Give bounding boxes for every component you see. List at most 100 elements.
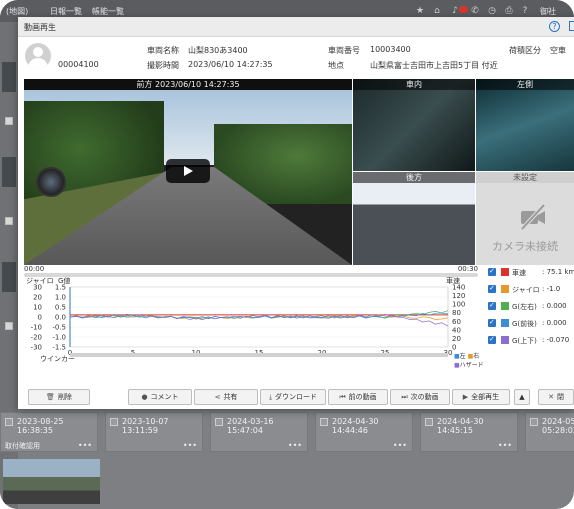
card-time: 05:28:02 xyxy=(542,426,574,435)
card-checkbox[interactable] xyxy=(320,418,328,426)
g-tick-label: -1.0 xyxy=(52,334,66,342)
user-id: 00004100 xyxy=(58,60,99,69)
card-date: 2024-03-16 xyxy=(227,417,274,426)
daily-report-link[interactable]: 日報一覧 xyxy=(50,6,82,17)
video-card[interactable]: 2024-04-30 14:44:46 ••• xyxy=(315,412,413,452)
card-checkbox[interactable] xyxy=(5,418,13,426)
metric-value: : -0.070 xyxy=(542,336,570,344)
card-more-icon[interactable]: ••• xyxy=(288,441,302,450)
card-checkbox[interactable] xyxy=(425,418,433,426)
chevron-up-icon: ▲ xyxy=(519,393,525,401)
list-thumbnail[interactable] xyxy=(2,157,16,187)
cargo-value: 空車 xyxy=(550,46,566,55)
download-icon: ⤓ xyxy=(268,393,273,401)
list-checkbox[interactable] xyxy=(5,117,13,125)
star-icon[interactable]: ★ xyxy=(415,6,425,16)
video-card[interactable]: 2023-10-07 13:11:59 ••• xyxy=(105,412,203,452)
g-tick-label: 0.5 xyxy=(55,304,66,312)
winker-legend: ■左 ■右 ■ハザード xyxy=(454,353,484,369)
place-value: 山梨県富士吉田市上吉田5丁目 付近 xyxy=(370,61,498,70)
video-card[interactable]: 2023-08-25 16:38:35 取付確認用 ••• xyxy=(0,412,98,452)
help-icon[interactable]: ? xyxy=(520,6,530,16)
cargo-label: 荷積区分 xyxy=(509,46,541,55)
share-icon: ⋖ xyxy=(214,393,221,401)
list-thumbnail[interactable] xyxy=(2,262,16,292)
metric-value: : -1.0 xyxy=(542,285,561,293)
sensor-legend: 車速: 75.1 km/h ジャイロ: -1.0 G(左右): 0.000 G(… xyxy=(488,267,574,387)
next-video-button[interactable]: ⏭ 次の動画 xyxy=(390,389,450,405)
download-button[interactable]: ⤓ ダウンロード xyxy=(260,389,326,405)
card-checkbox[interactable] xyxy=(215,418,223,426)
vehicle-name-value: 山梨830あ3400 xyxy=(188,46,248,55)
card-more-icon[interactable]: ••• xyxy=(393,441,407,450)
help-icon[interactable]: ? xyxy=(549,21,560,32)
card-more-icon[interactable]: ••• xyxy=(78,441,92,450)
inside-camera-label: 車内 xyxy=(353,79,475,90)
metric-swatch xyxy=(501,336,509,344)
metric-g-vertical[interactable]: G(上下): -0.070 xyxy=(488,335,574,347)
hazard-label: ハザード xyxy=(459,362,484,369)
g-tick-label: -0.5 xyxy=(52,324,66,332)
maximize-icon[interactable] xyxy=(569,21,574,31)
front-camera-view[interactable]: 前方 2023/06/10 14:27:35 xyxy=(24,79,352,265)
speed-tick-label: 20 xyxy=(452,335,461,343)
share-button[interactable]: ⋖ 共有 xyxy=(194,389,258,405)
metric-gyro[interactable]: ジャイロ: -1.0 xyxy=(488,284,574,296)
card-more-icon[interactable]: ••• xyxy=(498,441,512,450)
unset-camera-view: 未設定 カメラ未接続 xyxy=(476,172,574,265)
metric-swatch xyxy=(501,319,509,327)
comment-button[interactable]: ● コメント xyxy=(128,389,192,405)
inside-camera-view[interactable]: 車内 xyxy=(353,79,475,171)
prev-video-button[interactable]: ⏮ 前の動画 xyxy=(328,389,388,405)
card-checkbox[interactable] xyxy=(110,418,118,426)
video-thumbnail[interactable] xyxy=(3,459,100,504)
rear-camera-view[interactable]: 後方 xyxy=(353,172,475,265)
camera-off-icon xyxy=(520,203,546,231)
metric-g-lateral[interactable]: G(左右): 0.000 xyxy=(488,301,574,313)
gyro-tick-label: 30 xyxy=(33,284,42,292)
metric-value: : 75.1 km/h xyxy=(542,268,574,276)
gyro-tick-label: -10 xyxy=(31,324,42,332)
gyro-tick-label: -30 xyxy=(31,344,42,352)
card-time: 14:44:46 xyxy=(332,426,368,435)
phone-icon[interactable]: ✆ xyxy=(470,6,480,16)
card-checkbox[interactable] xyxy=(530,418,538,426)
left-camera-view[interactable]: 左側 xyxy=(476,79,574,171)
card-date: 2024-04-30 xyxy=(437,417,484,426)
screen: (地図) 日報一覧 帳能一覧 ★ ⌂ ♪ ✆ ◷ ⎙ ? 御社 2023-08-… xyxy=(0,0,574,509)
function-list-link[interactable]: 帳能一覧 xyxy=(92,6,124,17)
video-card[interactable]: 2024-04-30 14:45:15 ••• xyxy=(420,412,518,452)
video-card[interactable]: 2024-05 05:28:02 xyxy=(525,412,574,452)
rear-camera-label: 後方 xyxy=(353,172,475,183)
comment-icon: ● xyxy=(141,393,148,401)
list-checkbox[interactable] xyxy=(5,322,13,330)
close-button[interactable]: ✕ 閉 xyxy=(538,389,574,405)
list-thumbnail[interactable] xyxy=(2,62,16,92)
collapse-button[interactable]: ▲ xyxy=(514,389,530,405)
clock-icon[interactable]: ◷ xyxy=(487,6,497,16)
winker-right-label: 右 xyxy=(473,353,480,360)
place-label: 地点 xyxy=(328,61,344,70)
dialog-title: 動画再生 xyxy=(24,23,56,32)
print-icon[interactable]: ⎙ xyxy=(504,6,514,16)
video-card[interactable]: 2024-03-16 15:47:04 ••• xyxy=(210,412,308,452)
delete-button[interactable]: 🗑 削除 xyxy=(28,389,90,405)
card-more-icon[interactable]: ••• xyxy=(183,441,197,450)
skip-forward-icon: ⏭ xyxy=(401,393,408,401)
home-icon[interactable]: ⌂ xyxy=(432,6,442,16)
play-all-button[interactable]: ▶ 全部再生 xyxy=(452,389,510,405)
gyro-tick-label: -20 xyxy=(31,334,42,342)
speed-tick-label: 80 xyxy=(452,309,461,317)
metric-g-longitudinal[interactable]: G(前後): 0.000 xyxy=(488,318,574,330)
timeline-end: 00:30 xyxy=(457,265,478,273)
vehicle-number-label: 車両番号 xyxy=(328,46,360,55)
action-bar: 🗑 削除 ● コメント ⋖ 共有 ⤓ ダウンロード ⏮ 前の動画 ⏭ 次の動画 ▶ 全部再生 … xyxy=(18,387,574,409)
map-link[interactable]: (地図) xyxy=(6,6,28,17)
play-button[interactable] xyxy=(166,159,210,183)
list-checkbox[interactable] xyxy=(5,217,13,225)
timeline-start: 00:00 xyxy=(24,265,45,273)
g-tick-label: 1.0 xyxy=(55,294,66,302)
card-date: 2024-05 xyxy=(542,417,574,426)
metric-name: G(前後) xyxy=(512,320,537,328)
metric-speed[interactable]: 車速: 75.1 km/h xyxy=(488,267,574,279)
